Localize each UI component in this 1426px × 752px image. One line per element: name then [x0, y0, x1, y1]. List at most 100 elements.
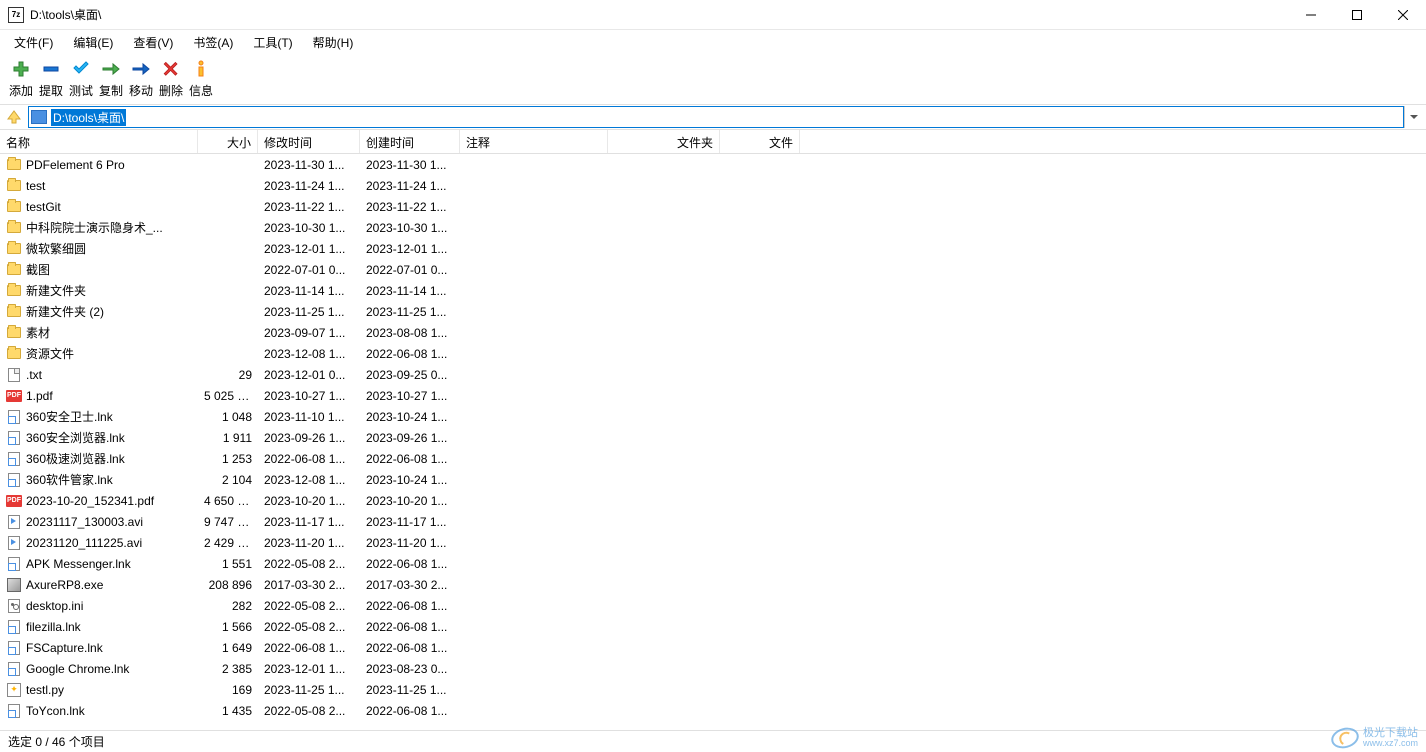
cell-created: 2022-06-08 1...: [360, 452, 460, 466]
menu-tools[interactable]: 工具(T): [245, 32, 300, 53]
table-row[interactable]: 20231120_111225.avi2 429 2302023-11-20 1…: [0, 532, 1426, 553]
cell-modified: 2023-10-30 1...: [258, 221, 360, 235]
info-button[interactable]: 信息: [186, 58, 216, 99]
table-row[interactable]: Google Chrome.lnk2 3852023-12-01 1...202…: [0, 658, 1426, 679]
table-row[interactable]: filezilla.lnk1 5662022-05-08 2...2022-06…: [0, 616, 1426, 637]
cell-modified: 2023-11-25 1...: [258, 683, 360, 697]
shortcut-icon: [6, 703, 22, 719]
cell-created: 2023-09-26 1...: [360, 431, 460, 445]
folder-icon: [6, 346, 22, 362]
cell-created: 2023-11-20 1...: [360, 536, 460, 550]
cell-created: 2023-11-24 1...: [360, 179, 460, 193]
cell-created: 2023-10-20 1...: [360, 494, 460, 508]
path-input[interactable]: D:\tools\桌面\: [28, 106, 1404, 128]
cell-size: 2 429 230: [198, 536, 258, 550]
menu-file[interactable]: 文件(F): [6, 32, 61, 53]
file-name: 360安全浏览器.lnk: [26, 429, 125, 446]
table-row[interactable]: 截图2022-07-01 0...2022-07-01 0...: [0, 259, 1426, 280]
move-button[interactable]: 移动: [126, 58, 156, 99]
table-row[interactable]: PDFelement 6 Pro2023-11-30 1...2023-11-3…: [0, 154, 1426, 175]
folder-icon: [6, 283, 22, 299]
cell-created: 2023-11-14 1...: [360, 284, 460, 298]
cell-modified: 2022-05-08 2...: [258, 704, 360, 718]
table-row[interactable]: 20231117_130003.avi9 747 2422023-11-17 1…: [0, 511, 1426, 532]
table-row[interactable]: 中科院院士演示隐身术_...2023-10-30 1...2023-10-30 …: [0, 217, 1426, 238]
cell-name: 截图: [0, 261, 198, 278]
check-icon: [70, 60, 92, 78]
table-row[interactable]: 资源文件2023-12-08 1...2022-06-08 1...: [0, 343, 1426, 364]
cell-modified: 2023-12-01 1...: [258, 662, 360, 676]
table-row[interactable]: FSCapture.lnk1 6492022-06-08 1...2022-06…: [0, 637, 1426, 658]
maximize-button[interactable]: [1334, 0, 1380, 30]
table-row[interactable]: AxureRP8.exe208 8962017-03-30 2...2017-0…: [0, 574, 1426, 595]
cell-name: 新建文件夹: [0, 282, 198, 299]
column-size[interactable]: 大小: [198, 130, 258, 153]
file-name: 360极速浏览器.lnk: [26, 450, 125, 467]
table-row[interactable]: APK Messenger.lnk1 5512022-05-08 2...202…: [0, 553, 1426, 574]
table-row[interactable]: ToYcon.lnk1 4352022-05-08 2...2022-06-08…: [0, 700, 1426, 721]
up-button[interactable]: [4, 107, 24, 127]
app-icon: 7z: [8, 7, 24, 23]
column-comment[interactable]: 注释: [460, 130, 608, 153]
path-dropdown-button[interactable]: [1404, 106, 1422, 128]
cell-created: 2022-07-01 0...: [360, 263, 460, 277]
addressbar: D:\tools\桌面\: [0, 104, 1426, 130]
table-row[interactable]: 微软繁细圆2023-12-01 1...2023-12-01 1...: [0, 238, 1426, 259]
cell-name: test: [0, 178, 198, 194]
table-row[interactable]: 360极速浏览器.lnk1 2532022-06-08 1...2022-06-…: [0, 448, 1426, 469]
table-row[interactable]: testl.py1692023-11-25 1...2023-11-25 1..…: [0, 679, 1426, 700]
cell-created: 2023-11-17 1...: [360, 515, 460, 529]
video-icon: [6, 514, 22, 530]
table-row[interactable]: PDF1.pdf5 025 0172023-10-27 1...2023-10-…: [0, 385, 1426, 406]
menu-bookmark[interactable]: 书签(A): [185, 32, 241, 53]
file-name: PDFelement 6 Pro: [26, 158, 125, 172]
cell-name: 360极速浏览器.lnk: [0, 450, 198, 467]
column-files[interactable]: 文件: [720, 130, 800, 153]
table-row[interactable]: testGit2023-11-22 1...2023-11-22 1...: [0, 196, 1426, 217]
table-row[interactable]: 360安全卫士.lnk1 0482023-11-10 1...2023-10-2…: [0, 406, 1426, 427]
copy-button[interactable]: 复制: [96, 58, 126, 99]
cell-created: 2022-06-08 1...: [360, 620, 460, 634]
table-row[interactable]: PDF2023-10-20_152341.pdf4 650 9862023-10…: [0, 490, 1426, 511]
cell-name: desktop.ini: [0, 598, 198, 614]
table-row[interactable]: 360软件管家.lnk2 1042023-12-08 1...2023-10-2…: [0, 469, 1426, 490]
delete-button[interactable]: 删除: [156, 58, 186, 99]
cell-created: 2022-06-08 1...: [360, 641, 460, 655]
add-button[interactable]: 添加: [6, 58, 36, 99]
menu-view[interactable]: 查看(V): [125, 32, 181, 53]
cell-created: 2023-12-01 1...: [360, 242, 460, 256]
table-row[interactable]: 360安全浏览器.lnk1 9112023-09-26 1...2023-09-…: [0, 427, 1426, 448]
cell-name: filezilla.lnk: [0, 619, 198, 635]
file-name: ToYcon.lnk: [26, 704, 85, 718]
column-name[interactable]: 名称: [0, 130, 198, 153]
cell-modified: 2023-12-08 1...: [258, 473, 360, 487]
cell-modified: 2023-09-07 1...: [258, 326, 360, 340]
file-name: 资源文件: [26, 345, 74, 362]
table-row[interactable]: test2023-11-24 1...2023-11-24 1...: [0, 175, 1426, 196]
column-created[interactable]: 创建时间: [360, 130, 460, 153]
column-folders[interactable]: 文件夹: [608, 130, 720, 153]
file-name: 20231117_130003.avi: [26, 515, 143, 529]
test-button[interactable]: 测试: [66, 58, 96, 99]
cell-size: 5 025 017: [198, 389, 258, 403]
table-row[interactable]: desktop.ini2822022-05-08 2...2022-06-08 …: [0, 595, 1426, 616]
table-row[interactable]: 新建文件夹2023-11-14 1...2023-11-14 1...: [0, 280, 1426, 301]
menu-edit[interactable]: 编辑(E): [65, 32, 121, 53]
minimize-button[interactable]: [1288, 0, 1334, 30]
folder-icon: [6, 304, 22, 320]
file-name: Google Chrome.lnk: [26, 662, 129, 676]
table-row[interactable]: .txt292023-12-01 0...2023-09-25 0...: [0, 364, 1426, 385]
file-list[interactable]: PDFelement 6 Pro2023-11-30 1...2023-11-3…: [0, 154, 1426, 747]
cell-size: 1 435: [198, 704, 258, 718]
table-row[interactable]: 素材2023-09-07 1...2023-08-08 1...: [0, 322, 1426, 343]
cell-size: 1 566: [198, 620, 258, 634]
column-modified[interactable]: 修改时间: [258, 130, 360, 153]
cell-size: 1 551: [198, 557, 258, 571]
file-name: testl.py: [26, 683, 64, 697]
table-row[interactable]: 新建文件夹 (2)2023-11-25 1...2023-11-25 1...: [0, 301, 1426, 322]
close-button[interactable]: [1380, 0, 1426, 30]
cell-modified: 2023-11-10 1...: [258, 410, 360, 424]
extract-button[interactable]: 提取: [36, 58, 66, 99]
cell-name: PDFelement 6 Pro: [0, 157, 198, 173]
menu-help[interactable]: 帮助(H): [305, 32, 362, 53]
